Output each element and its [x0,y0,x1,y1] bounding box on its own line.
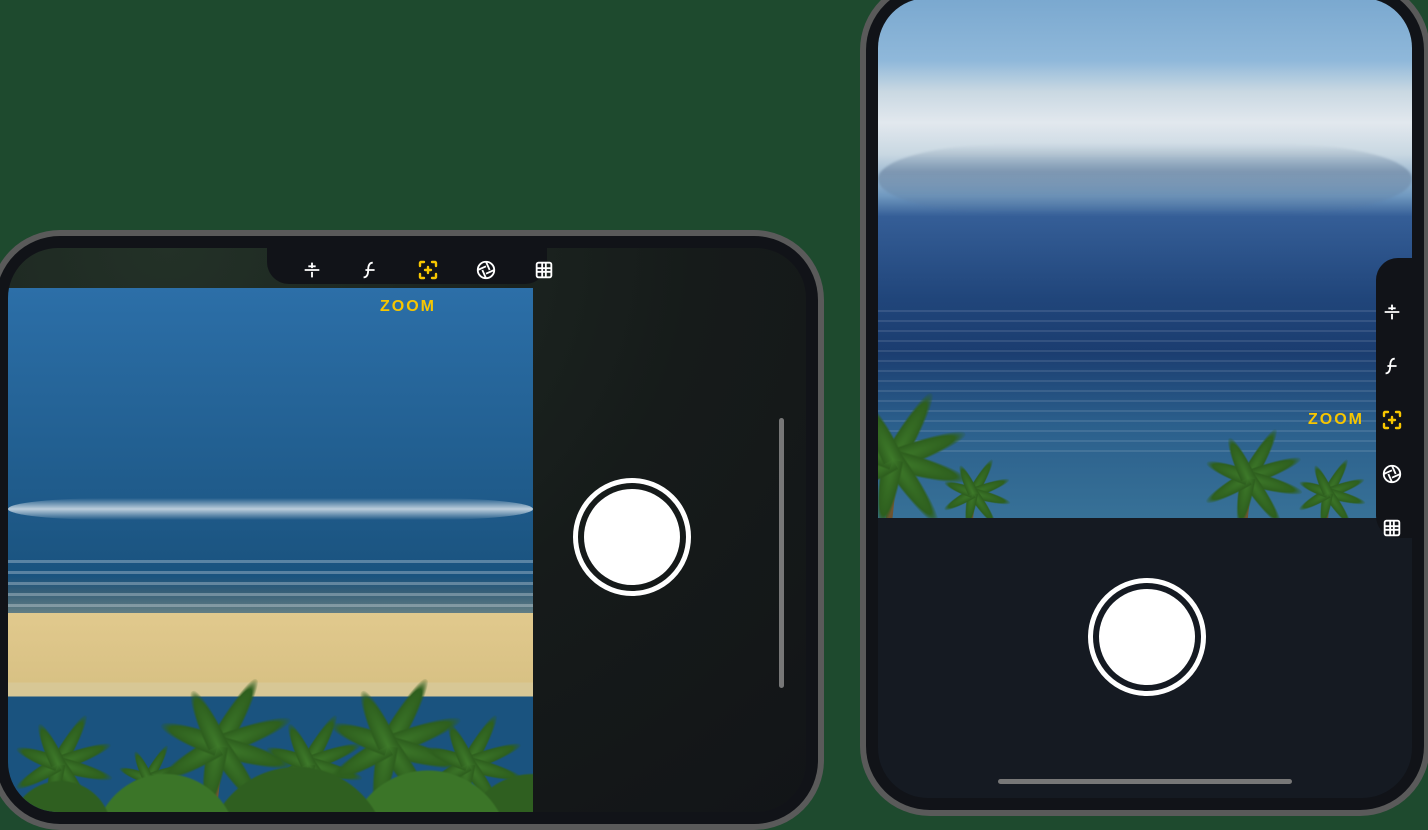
camera-viewfinder[interactable] [878,0,1412,518]
device-screen: ZOOM [878,0,1412,798]
home-indicator[interactable] [998,779,1292,784]
shutter-button[interactable] [1088,578,1206,696]
shutter-button-inner [584,489,680,585]
grid-icon[interactable] [530,256,558,284]
scene-ocean-texture [8,560,533,620]
exposure-icon[interactable] [1378,298,1406,326]
home-indicator[interactable] [779,418,784,688]
camera-viewfinder[interactable] [8,288,533,812]
camera-app-portrait: ZOOM [860,0,1428,816]
camera-side-toolbar [1378,298,1406,542]
scene-distant-island [878,144,1412,214]
scene-foreground-foliage [8,702,533,812]
shutter-speed-icon[interactable] [1378,460,1406,488]
camera-app-landscape: ZOOM [0,230,824,830]
device-screen: ZOOM [8,248,806,812]
f-number-icon[interactable] [1378,352,1406,380]
camera-top-toolbar [298,256,558,284]
shutter-button-inner [1099,589,1195,685]
grid-icon[interactable] [1378,514,1406,542]
f-number-icon[interactable] [356,256,384,284]
shutter-speed-icon[interactable] [472,256,500,284]
exposure-icon[interactable] [298,256,326,284]
zoom-mode-label: ZOOM [1308,411,1364,429]
zoom-bracket-icon[interactable] [1378,406,1406,434]
zoom-mode-label: ZOOM [380,298,436,316]
zoom-bracket-icon[interactable] [414,256,442,284]
shutter-button[interactable] [573,478,691,596]
scene-wave-breaker [8,498,533,520]
